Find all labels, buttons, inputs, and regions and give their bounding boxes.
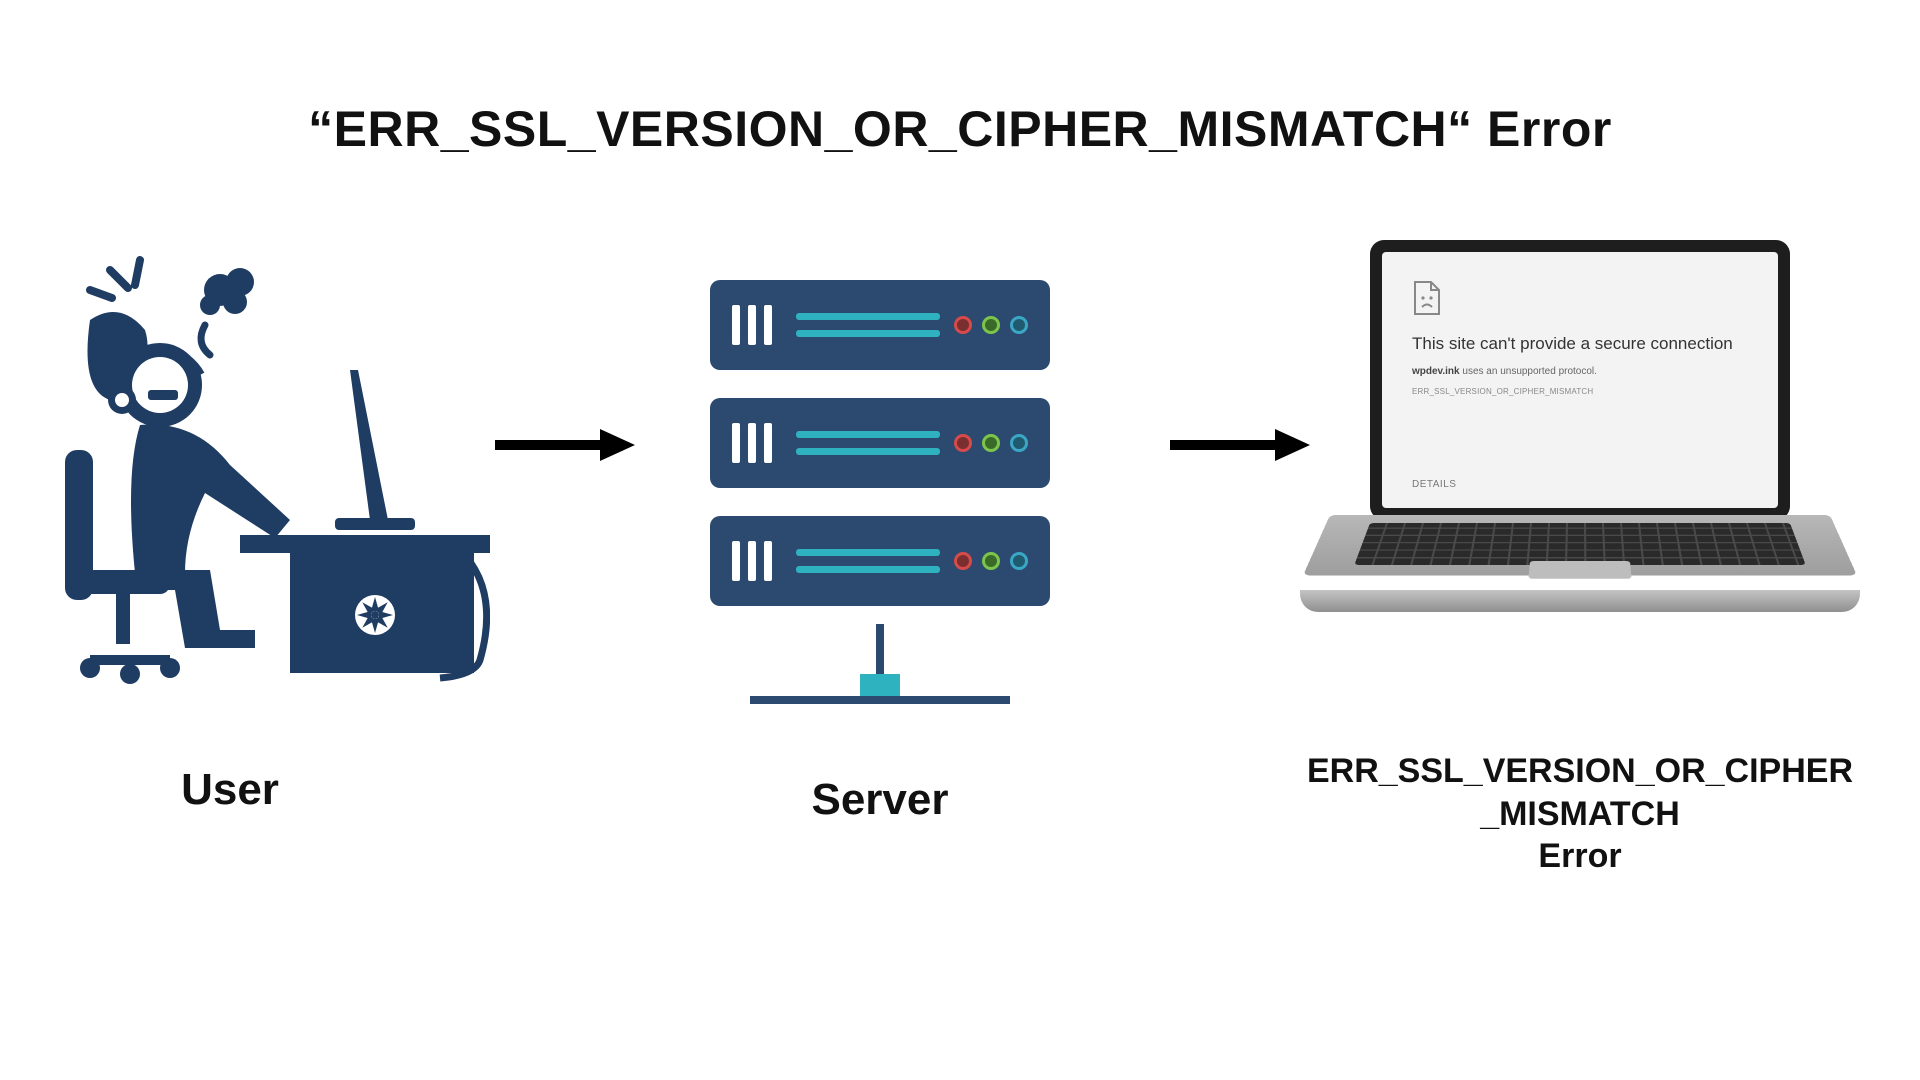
rack-leds — [954, 316, 1028, 334]
error-label-line3: Error — [1290, 835, 1870, 878]
rack-vents-icon — [732, 423, 772, 463]
rack-leds — [954, 434, 1028, 452]
server-stack — [680, 280, 1080, 720]
laptop-bezel: This site can't provide a secure connect… — [1370, 240, 1790, 520]
led-green-icon — [982, 434, 1000, 452]
led-blue-icon — [1010, 552, 1028, 570]
led-blue-icon — [1010, 316, 1028, 334]
laptop-error-screen: This site can't provide a secure connect… — [1300, 240, 1860, 660]
diagram-title: “ERR_SSL_VERSION_OR_CIPHER_MISMATCH“ Err… — [0, 100, 1920, 158]
broken-file-icon — [1412, 280, 1442, 316]
details-link[interactable]: DETAILS — [1412, 479, 1456, 490]
led-green-icon — [982, 316, 1000, 334]
led-red-icon — [954, 316, 972, 334]
error-domain: wpdev.ink — [1412, 366, 1460, 377]
server-label: Server — [680, 775, 1080, 825]
rack-activity-lines-icon — [796, 549, 940, 573]
server-rack-unit — [710, 398, 1050, 488]
laptop-keyboard-icon — [1300, 515, 1860, 645]
arrow-server-to-error-icon — [1170, 425, 1310, 465]
rack-vents-icon — [732, 305, 772, 345]
arrow-user-to-server-icon — [495, 425, 635, 465]
error-subtext: wpdev.ink uses an unsupported protocol. — [1412, 366, 1748, 377]
server-rack-unit — [710, 516, 1050, 606]
led-red-icon — [954, 434, 972, 452]
frustrated-user-icon — [30, 250, 490, 690]
error-label-line1: ERR_SSL_VERSION_OR_CIPHER — [1307, 752, 1853, 790]
diagram-stage: User — [0, 250, 1920, 810]
rack-vents-icon — [732, 541, 772, 581]
error-code: ERR_SSL_VERSION_OR_CIPHER_MISMATCH — [1412, 387, 1748, 396]
browser-error-page: This site can't provide a secure connect… — [1382, 252, 1778, 508]
user-label: User — [0, 765, 460, 815]
error-label-line2: _MISMATCH — [1480, 795, 1680, 833]
led-red-icon — [954, 552, 972, 570]
server-rack-unit — [710, 280, 1050, 370]
rack-leds — [954, 552, 1028, 570]
rack-activity-lines-icon — [796, 431, 940, 455]
led-green-icon — [982, 552, 1000, 570]
error-label: ERR_SSL_VERSION_OR_CIPHER _MISMATCH Erro… — [1290, 750, 1870, 878]
server-stand-icon — [750, 634, 1010, 704]
user-figure — [30, 250, 490, 690]
error-message-suffix: uses an unsupported protocol. — [1460, 366, 1597, 377]
rack-activity-lines-icon — [796, 313, 940, 337]
led-blue-icon — [1010, 434, 1028, 452]
error-heading: This site can't provide a secure connect… — [1412, 334, 1748, 354]
